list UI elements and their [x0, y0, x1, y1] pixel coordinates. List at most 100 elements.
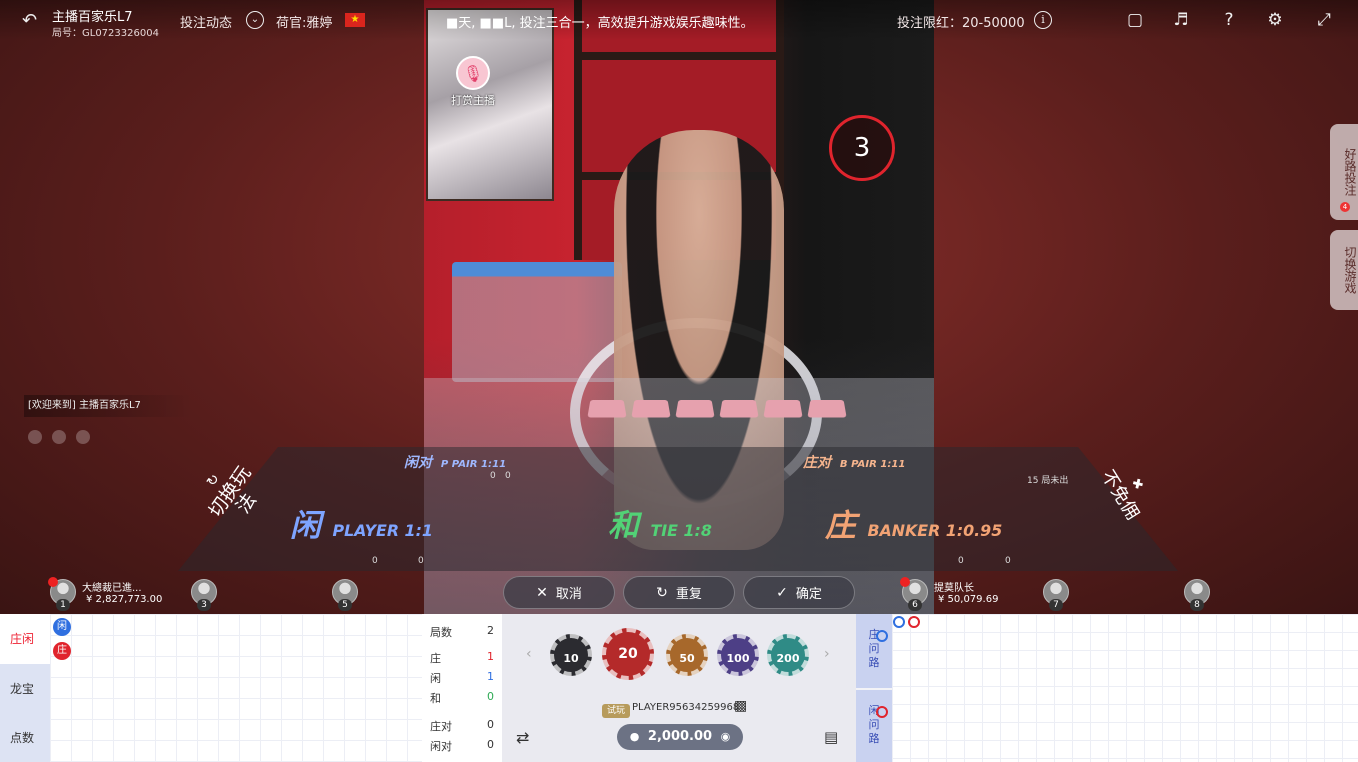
- repeat-icon: ↻: [656, 584, 668, 601]
- round-stats: 局数 2 庄1 闲1 和0 庄对 0 闲对 0: [422, 614, 502, 762]
- tab-banker-player[interactable]: 庄闲: [0, 614, 50, 664]
- seat-7[interactable]: 7: [1043, 579, 1173, 611]
- seat-5[interactable]: 5: [332, 579, 462, 611]
- confirm-label: 确定: [795, 587, 822, 602]
- chip-200[interactable]: 200: [767, 634, 809, 676]
- bet-activity-label[interactable]: 投注动态: [180, 12, 232, 31]
- good-road-badge: 4: [1340, 202, 1350, 212]
- bet-record-icon[interactable]: ▤: [824, 728, 838, 746]
- p-pair-amount: 0: [505, 471, 511, 481]
- seat-number: 7: [1049, 599, 1063, 611]
- stat-label: 局数: [430, 626, 452, 639]
- emoji-icon[interactable]: [28, 430, 42, 444]
- bet-zone-player-pair[interactable]: 闲对 P PAIR 1:11: [404, 452, 506, 472]
- stat-rounds: 局数 2: [430, 624, 494, 640]
- tie-en: TIE 1:8: [650, 521, 712, 540]
- tab-points[interactable]: 点数: [0, 714, 50, 762]
- bet-zone-banker[interactable]: 庄 BANKER 1:0.95: [825, 500, 1002, 545]
- bet-zone-banker-pair[interactable]: 庄对 B PAIR 1:11: [803, 452, 905, 472]
- balance-value: 2,000.00: [647, 729, 713, 744]
- info-icon[interactable]: i: [1034, 11, 1052, 29]
- flag-icon: ★: [345, 13, 365, 27]
- seat-number: 6: [908, 599, 922, 611]
- fullscreen-icon[interactable]: ⤢: [1313, 9, 1335, 31]
- chevron-right-icon[interactable]: ›: [824, 646, 830, 662]
- settings-icon[interactable]: ⚙: [1264, 9, 1286, 31]
- top-bar: ↶ 主播百家乐L7 局号：GL0723326004 投注动态 ⌄ 荷官:雅婷 ★…: [0, 0, 1358, 40]
- stat-value: 1: [487, 650, 494, 663]
- stat-value: 1: [487, 670, 494, 683]
- stat-label: 庄: [430, 652, 441, 665]
- eye-icon[interactable]: ◉: [721, 730, 731, 743]
- live-scene: 🎙 打赏主播 3 [欢迎来到] 主播百家乐L7 ↻ 切换玩法 ✖ 不免佣 闲对 …: [0, 0, 1358, 614]
- player-balance: ● 2,000.00 ◉: [617, 724, 743, 750]
- emoji-icon[interactable]: [52, 430, 66, 444]
- stat-value: 0: [487, 690, 494, 703]
- seat-3[interactable]: 3: [191, 579, 321, 611]
- seat-8[interactable]: 8: [1184, 579, 1314, 611]
- ask-player-road[interactable]: 闲问路: [856, 690, 892, 762]
- chevron-down-icon[interactable]: ⌄: [246, 11, 264, 29]
- seat-1[interactable]: 1 大總裁已進... ¥ 2,827,773.00: [48, 577, 180, 611]
- p-pair-cn: 闲对: [404, 455, 432, 471]
- good-road-label: 好路投注: [1343, 148, 1357, 196]
- confirm-button[interactable]: ✓ 确定: [743, 576, 855, 609]
- vip-badge: [900, 577, 910, 587]
- banker-count: 0: [958, 556, 964, 566]
- b-pair-en: B PAIR 1:11: [839, 459, 906, 470]
- banker-en: BANKER 1:0.95: [867, 521, 1003, 540]
- chip-10[interactable]: 10: [550, 634, 592, 676]
- stat-tie: 和0: [430, 690, 494, 706]
- check-icon: ✓: [776, 584, 788, 601]
- bet-limit: 投注限红：20-50000: [897, 16, 1025, 31]
- close-icon: ✕: [536, 584, 548, 601]
- cancel-button[interactable]: ✕ 取消: [503, 576, 615, 609]
- player-count: 0: [372, 556, 378, 566]
- tab-dragon-bonus[interactable]: 龙宝: [0, 664, 50, 714]
- cancel-label: 取消: [555, 587, 582, 602]
- seat-6[interactable]: 6 提莫队长 ¥ 50,079.69: [900, 577, 1032, 611]
- vip-badge: [48, 577, 58, 587]
- bet-zone-player[interactable]: 闲 PLAYER 1:1: [290, 500, 433, 545]
- chip-panel: ‹ 10 20 50 100 200 › 试玩 PLAYER9563425996…: [502, 614, 856, 762]
- ask-banker-road[interactable]: 庄问路: [856, 614, 892, 688]
- emoji-bar[interactable]: [28, 430, 90, 444]
- repeat-button[interactable]: ↻ 重复: [623, 576, 735, 609]
- good-road-tab[interactable]: 好路投注 4: [1330, 124, 1358, 220]
- seat-player-name: 提莫队长: [934, 583, 974, 594]
- wallet-icon: ●: [629, 730, 640, 743]
- player-cn: 闲: [290, 508, 321, 544]
- chip-50[interactable]: 50: [666, 634, 708, 676]
- blue-circle-icon: [876, 630, 888, 642]
- stat-banker: 庄1: [430, 650, 494, 666]
- switch-game-tab[interactable]: 切换游戏: [1330, 230, 1358, 310]
- chip-100[interactable]: 100: [717, 634, 759, 676]
- help-icon[interactable]: ?: [1218, 9, 1240, 31]
- sofa-icon[interactable]: ▩: [734, 698, 747, 714]
- chevron-left-icon[interactable]: ‹: [526, 646, 532, 662]
- bet-zone-tie[interactable]: 和 TIE 1:8: [608, 500, 712, 545]
- stat-banker-pair: 庄对 0: [430, 718, 494, 734]
- camera-icon[interactable]: ▢: [1124, 9, 1146, 31]
- round-id: 局号：GL0723326004: [52, 28, 159, 39]
- chip-20[interactable]: 20: [602, 628, 654, 680]
- microphone-icon: 🎙: [456, 56, 490, 90]
- stat-value: 0: [487, 738, 494, 751]
- b-pair-cn: 庄对: [803, 455, 831, 471]
- back-icon[interactable]: ↶: [22, 10, 42, 31]
- stat-value: 0: [487, 718, 494, 731]
- tip-dealer-button[interactable]: 🎙 打赏主播: [448, 56, 498, 108]
- red-circle-icon: [876, 706, 888, 718]
- exchange-icon[interactable]: ⇄: [516, 728, 529, 747]
- repeat-label: 重复: [675, 587, 702, 602]
- emoji-icon[interactable]: [76, 430, 90, 444]
- bead-player: 闲: [53, 618, 71, 636]
- volume-icon[interactable]: ♬: [1170, 9, 1192, 31]
- player-en: PLAYER 1:1: [332, 521, 433, 540]
- trial-badge: 试玩: [602, 704, 630, 718]
- player-id: PLAYER95634259968: [632, 702, 740, 713]
- seat-number: 8: [1190, 599, 1204, 611]
- stat-value: 2: [487, 624, 494, 637]
- tie-cn: 和: [608, 508, 639, 544]
- banker-streak-note: 15 局未出: [1027, 476, 1069, 486]
